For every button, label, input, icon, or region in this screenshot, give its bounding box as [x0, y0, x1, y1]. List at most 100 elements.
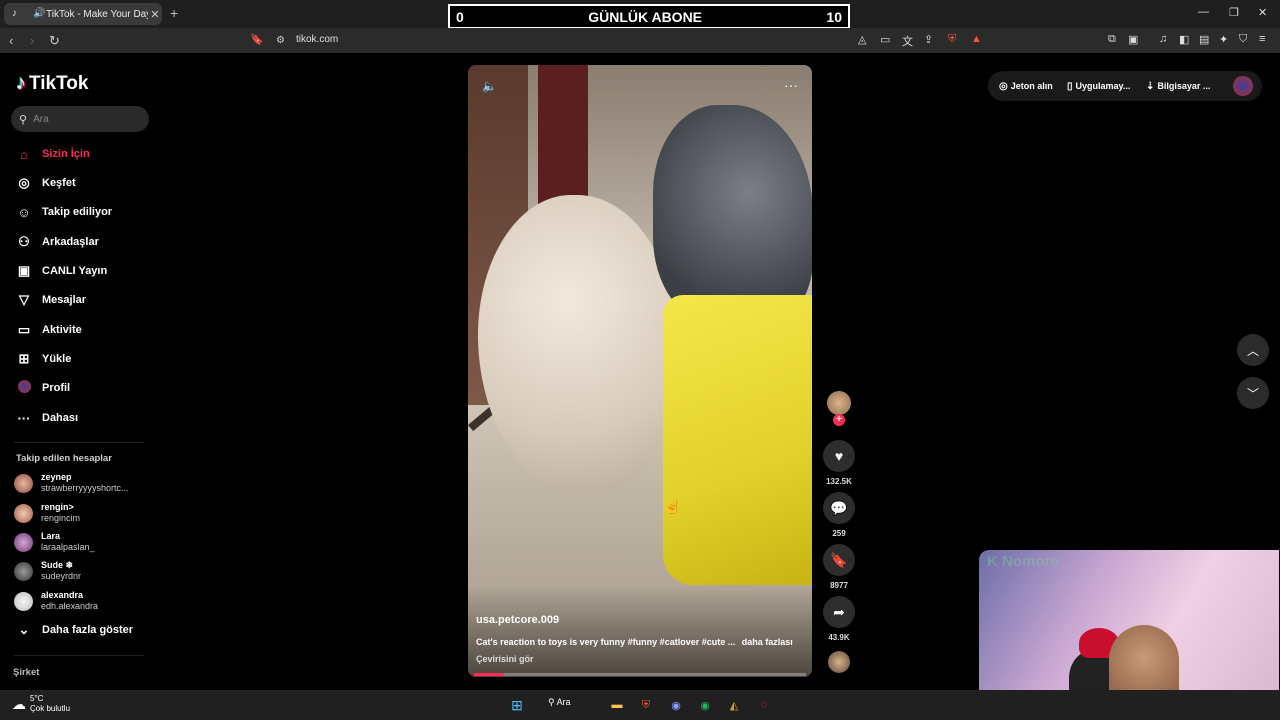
file-explorer-icon[interactable]: ▬ [608, 696, 626, 714]
app-icon[interactable]: ◌ [755, 696, 773, 714]
nav-label: Profil [42, 382, 71, 394]
maximize-icon[interactable]: ❐ [1229, 6, 1239, 19]
back-icon[interactable]: ‹ [9, 33, 13, 48]
address-bar-row [0, 28, 1280, 53]
video-progress-bar[interactable] [474, 673, 806, 676]
comment-button[interactable]: 💬 [823, 492, 855, 524]
see-more-link[interactable]: daha fazlası [742, 637, 793, 647]
music-icon[interactable]: ♫ [1159, 33, 1167, 45]
menu-icon[interactable]: ≡ [1259, 33, 1265, 45]
get-app-button[interactable]: ▯ Uygulamay... [1067, 76, 1130, 96]
sidebar-divider [14, 442, 144, 443]
followed-account[interactable]: Lara laraalpaslan_ [14, 528, 154, 556]
profile-avatar[interactable] [1233, 76, 1253, 96]
brave-shield-icon[interactable]: ⛨ [948, 33, 956, 46]
translate-icon[interactable]: 文 [902, 33, 913, 49]
no-translate-icon[interactable]: ◬ [858, 33, 866, 46]
get-coins-button[interactable]: ◎ Jeton alın [999, 76, 1053, 96]
music-disc[interactable] [828, 651, 850, 673]
followed-account[interactable]: alexandra edh.alexandra [14, 587, 154, 615]
screenshot-icon[interactable]: ▣ [1128, 33, 1138, 46]
browser-tab[interactable]: ♪ 🔊 TikTok - Make Your Day ✕ [4, 3, 162, 25]
next-video-button[interactable]: ﹀ [1237, 377, 1269, 409]
weather-widget[interactable]: ☁ 5°C Çok bulutlu [12, 694, 70, 714]
nav-friends[interactable]: ⚇ Arkadaşlar [14, 231, 154, 253]
share-icon[interactable]: ⇪ [924, 33, 933, 46]
weather-temp: 5°C [30, 694, 44, 703]
forward-icon[interactable]: › [30, 33, 34, 48]
follow-plus-icon[interactable]: + [833, 414, 845, 426]
avatar [14, 473, 33, 493]
video-more-icon[interactable]: ··· [784, 77, 798, 93]
discord-icon[interactable]: ◉ [667, 696, 685, 714]
nav-live[interactable]: ▣ CANLI Yayın [14, 260, 154, 282]
friends-icon: ⚇ [18, 234, 30, 249]
sidebar-icon[interactable]: ◧ [1179, 33, 1189, 46]
cast-icon[interactable]: ▭ [880, 33, 890, 46]
show-more-button[interactable]: ⌄ Daha fazla göster [14, 619, 154, 641]
nav-following[interactable]: ☺ Takip ediliyor [14, 201, 154, 223]
new-tab-icon[interactable]: + [170, 5, 178, 21]
show-more-label: Daha fazla göster [42, 624, 134, 636]
bookmark-icon: 🔖 [830, 551, 848, 568]
nav-profile[interactable]: Profil [14, 377, 154, 399]
nav-for-you[interactable]: ⌂ Sizin İçin [14, 143, 154, 165]
nav-explore[interactable]: ◎ Keşfet [14, 172, 154, 194]
taskbar-search[interactable]: ⚲ Ara [548, 697, 571, 708]
share-button[interactable]: ➦ [823, 596, 855, 628]
extensions-icon[interactable]: ⧉ [1108, 33, 1116, 46]
close-window-icon[interactable]: ✕ [1258, 6, 1267, 19]
followed-account[interactable]: Sude ❄ sudeyrdnr [14, 557, 154, 585]
minimize-icon[interactable]: — [1198, 6, 1209, 18]
url-field[interactable]: tikok.com [296, 34, 338, 45]
leo-ai-icon[interactable]: ✦ [1219, 33, 1228, 46]
tab-title: TikTok - Make Your Day [46, 8, 148, 20]
nav-label: Aktivite [42, 324, 82, 336]
company-section-title: Şirket [13, 667, 40, 678]
creator-avatar[interactable] [827, 391, 851, 415]
like-count: 132.5K [826, 477, 852, 486]
chevron-up-icon: ︿ [1246, 343, 1259, 358]
get-coins-label: Jeton alın [1010, 81, 1053, 91]
compass-icon: ◎ [18, 175, 30, 190]
download-icon: ⇣ [1146, 80, 1155, 92]
account-handle: rengincim [41, 513, 81, 523]
spotify-icon[interactable]: ◉ [696, 696, 714, 714]
brave-rewards-icon[interactable]: ▲ [971, 33, 982, 45]
get-app-label: Uygulamay... [1075, 81, 1131, 91]
overlay-left-count: 0 [456, 8, 464, 25]
overlay-right-count: 10 [826, 8, 842, 25]
wallet-icon[interactable]: ▤ [1199, 33, 1209, 46]
nav-more[interactable]: ··· Dahası [14, 407, 154, 429]
volume-icon[interactable]: 🔈 [482, 79, 497, 93]
translate-link[interactable]: Çevirisini gör [476, 654, 534, 664]
cloud-icon: ☁ [12, 696, 26, 712]
previous-video-button[interactable]: ︿ [1237, 334, 1269, 366]
followed-account[interactable]: rengin> rengincim [14, 499, 154, 527]
vpn-icon[interactable]: ⛉ [1239, 33, 1247, 46]
search-icon: ⚲ [19, 113, 28, 126]
site-info-icon[interactable]: ⚙ [276, 35, 285, 46]
reload-icon[interactable]: ↻ [49, 33, 60, 49]
bookmark-icon[interactable]: 🔖 [250, 33, 264, 46]
close-tab-icon[interactable]: ✕ [148, 8, 162, 21]
brave-browser-icon[interactable]: ⛨ [637, 696, 655, 714]
video-player[interactable]: 🔈 ··· usa.petcore.009 Cat's reaction to … [468, 65, 812, 677]
video-author[interactable]: usa.petcore.009 [476, 614, 559, 626]
search-input[interactable]: ⚲ Ara [11, 106, 149, 132]
like-button[interactable]: ♥ [823, 440, 855, 472]
nav-upload[interactable]: ⊞ Yükle [14, 348, 154, 370]
search-icon: ⚲ [548, 697, 555, 707]
following-accounts-title: Takip edilen hesaplar [16, 453, 112, 464]
save-button[interactable]: 🔖 [823, 544, 855, 576]
followed-account[interactable]: zeynep strawberryyyyshortc... [14, 469, 154, 497]
tiktok-logo[interactable]: ♪ TikTok [16, 72, 88, 95]
windows-start-icon[interactable]: ⊞ [508, 696, 526, 714]
nav-activity[interactable]: ▭ Aktivite [14, 319, 154, 341]
app-icon[interactable]: ◭ [725, 696, 743, 714]
video-progress-fill [474, 673, 504, 676]
desktop-app-button[interactable]: ⇣ Bilgisayar ... [1146, 76, 1210, 96]
video-scene-toy [653, 105, 812, 325]
account-name: alexandra [41, 590, 84, 600]
nav-messages[interactable]: ▽ Mesajlar [14, 289, 154, 311]
